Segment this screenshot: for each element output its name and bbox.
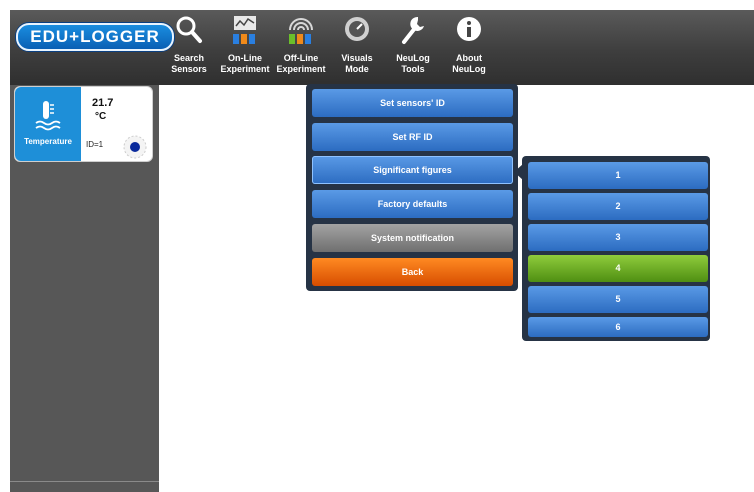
significant-figures-submenu: 1 2 3 4 5 6 — [522, 156, 710, 341]
sensor-unit: °C — [95, 111, 107, 122]
about-neulog-label: About NeuLog — [452, 53, 486, 74]
sidebar-divider — [10, 481, 159, 482]
set-rf-id-button[interactable]: Set RF ID — [312, 123, 513, 151]
top-toolbar: EDU+LOGGER Search Sensors On-Line Experi… — [10, 10, 754, 85]
sig-figures-option-6[interactable]: 6 — [528, 317, 708, 337]
temperature-sensor-card[interactable]: Temperature 21.7 °C ID=1 — [14, 86, 153, 162]
sig-figures-option-1[interactable]: 1 — [528, 162, 708, 189]
online-experiment-icon — [233, 16, 256, 44]
sensor-status-icon[interactable] — [123, 135, 147, 159]
sensor-icon-panel: Temperature — [15, 87, 81, 161]
about-neulog-button[interactable]: About NeuLog — [440, 10, 498, 85]
factory-defaults-button[interactable]: Factory defaults — [312, 190, 513, 218]
significant-figures-button[interactable]: Significant figures — [312, 156, 513, 184]
edu-logger-logo: EDU+LOGGER — [16, 23, 174, 51]
sensor-name: Temperature — [24, 137, 72, 146]
visuals-mode-button[interactable]: Visuals Mode — [328, 10, 386, 85]
offline-experiment-icon — [289, 18, 313, 44]
sig-figures-option-5[interactable]: 5 — [528, 286, 708, 313]
back-button[interactable]: Back — [312, 258, 513, 286]
info-icon — [457, 17, 481, 41]
system-notification-button[interactable]: System notification — [312, 224, 513, 252]
set-sensors-id-button[interactable]: Set sensors' ID — [312, 89, 513, 117]
neulog-tools-menu: Set sensors' ID Set RF ID Significant fi… — [306, 84, 518, 291]
sig-figures-option-4-selected[interactable]: 4 — [528, 255, 708, 282]
offline-experiment-button[interactable]: Off-Line Experiment — [272, 10, 330, 85]
sensor-value: 21.7 — [92, 97, 114, 109]
search-icon — [176, 16, 202, 43]
thermometer-icon — [35, 101, 61, 131]
sig-figures-option-3[interactable]: 3 — [528, 224, 708, 251]
neulog-tools-button[interactable]: NeuLog Tools — [384, 10, 442, 85]
search-sensors-button[interactable]: Search Sensors — [160, 10, 218, 85]
visuals-mode-icon — [345, 17, 369, 41]
sig-figures-option-2[interactable]: 2 — [528, 193, 708, 220]
online-experiment-button[interactable]: On-Line Experiment — [216, 10, 274, 85]
sensor-id: ID=1 — [86, 140, 104, 149]
wrench-icon — [402, 16, 424, 44]
